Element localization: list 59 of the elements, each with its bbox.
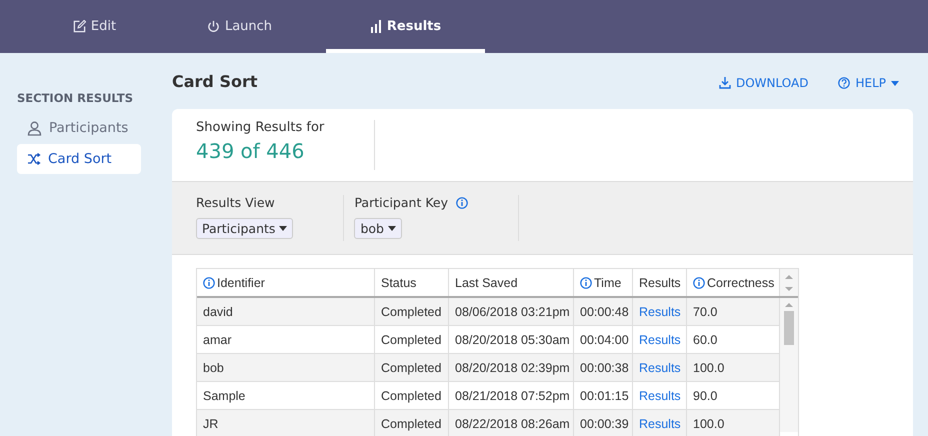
table-cell: 00:00:38 [574, 354, 633, 381]
edit-icon [72, 20, 86, 32]
summary-count: 439 of 446 [196, 139, 306, 163]
sidebar-item[interactable]: Participants [17, 113, 141, 143]
column-header[interactable]: Results [633, 269, 687, 296]
column-header[interactable]: Status [375, 269, 449, 296]
table-cell: 08/20/2018 02:39pm [449, 354, 574, 381]
table-cell: Completed [375, 410, 449, 436]
table-cell: amar [197, 326, 375, 353]
filter-label: Results View [196, 195, 275, 210]
results-link[interactable]: Results [639, 388, 681, 402]
results-link[interactable]: Results [639, 360, 681, 374]
help-menu-button[interactable]: HELP [838, 76, 899, 90]
power-icon [206, 20, 220, 32]
bar-chart-icon [370, 20, 382, 32]
table-cell: Sample [197, 382, 375, 409]
download-button[interactable]: DOWNLOAD [719, 76, 808, 90]
table-cell: Completed [375, 326, 449, 353]
table-cell: bob [197, 354, 375, 381]
summary-label: Showing Results for [196, 120, 324, 135]
table-cell: 00:04:00 [574, 326, 633, 353]
results-link[interactable]: Results [639, 332, 681, 346]
table-cell: 08/20/2018 05:30am [449, 326, 574, 353]
page-title: Card Sort [172, 72, 258, 90]
table-cell: 00:01:15 [574, 382, 633, 409]
table-cell: 08/06/2018 03:21pm [449, 298, 574, 325]
column-header[interactable]: Identifier [197, 269, 375, 296]
sidebar-item[interactable]: Card Sort [17, 144, 141, 174]
table-cell: 00:00:39 [574, 410, 633, 436]
dropdown[interactable]: Participants [196, 218, 294, 239]
table-cell: Completed [375, 298, 449, 325]
scrollbar[interactable] [780, 298, 798, 432]
scroll-up-icon[interactable] [785, 302, 793, 308]
scrollbar-thumb[interactable] [784, 311, 794, 345]
table-cell: 08/21/2018 07:52pm [449, 382, 574, 409]
nav-tab[interactable]: Launch [167, 0, 312, 53]
shuffle-icon [27, 153, 41, 165]
download-icon [719, 77, 731, 89]
table-cell: 00:00:48 [574, 298, 633, 325]
table-cell: david [197, 298, 375, 325]
nav-tab[interactable]: Results [326, 0, 485, 53]
table-cell: JR [197, 410, 375, 436]
column-header[interactable]: Last Saved [449, 269, 574, 296]
filter-label: Participant Key [354, 195, 448, 210]
table-cell: 08/22/2018 08:26am [449, 410, 574, 436]
results-link[interactable]: Results [639, 304, 681, 318]
scroll-arrows[interactable] [780, 269, 798, 296]
caret-icon [388, 226, 396, 231]
person-icon [27, 120, 42, 136]
table-cell: Completed [375, 354, 449, 381]
results-link[interactable]: Results [639, 416, 681, 430]
caret-icon [279, 226, 288, 231]
caret-icon [891, 80, 899, 86]
help-icon [838, 77, 850, 89]
nav-tab[interactable]: Edit [22, 0, 167, 53]
dropdown[interactable]: bob [354, 218, 402, 239]
sidebar-heading: SECTION RESULTS [17, 91, 134, 105]
table-cell: Completed [375, 382, 449, 409]
column-header[interactable]: Time [574, 269, 633, 296]
